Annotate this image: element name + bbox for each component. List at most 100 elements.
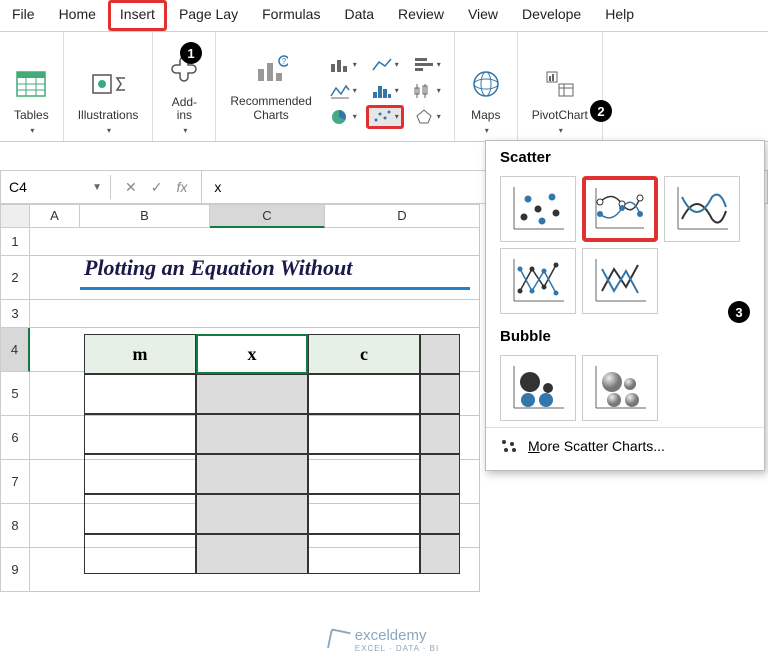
table-cell[interactable] xyxy=(420,494,460,534)
name-box[interactable]: C4 ▼ xyxy=(1,175,111,199)
tab-pagelayout[interactable]: Page Lay xyxy=(167,0,250,31)
table-cell[interactable] xyxy=(196,494,308,534)
tables-button[interactable]: Tables▾ xyxy=(8,63,55,139)
watermark-name: exceldemy xyxy=(355,627,427,644)
col-header-c[interactable]: C xyxy=(210,204,325,228)
line-chart-button[interactable]: ▾ xyxy=(366,53,404,77)
table-cell[interactable] xyxy=(420,374,460,414)
fx-icon[interactable]: fx xyxy=(176,179,187,195)
stock-chart-icon xyxy=(329,82,351,100)
table-cell[interactable] xyxy=(84,534,196,574)
row-header-4[interactable]: 4 xyxy=(0,328,30,372)
group-tables: Tables▾ xyxy=(0,32,64,141)
table-cell[interactable] xyxy=(308,414,420,454)
cancel-icon[interactable]: ✕ xyxy=(125,179,137,196)
tab-home[interactable]: Home xyxy=(47,0,108,31)
pie-chart-button[interactable]: ▾ xyxy=(324,105,362,129)
line-chart-icon xyxy=(371,56,393,74)
svg-text:?: ? xyxy=(282,57,287,66)
tab-review[interactable]: Review xyxy=(386,0,456,31)
sheet-title: Plotting an Equation Without xyxy=(80,249,470,290)
illustrations-button[interactable]: Illustrations▾ xyxy=(72,63,145,139)
col-header-d[interactable]: D xyxy=(325,204,480,228)
bubble-option[interactable] xyxy=(500,355,576,421)
histogram-button[interactable]: ▾ xyxy=(366,79,404,103)
radar-chart-icon xyxy=(413,108,435,126)
scatter-smooth-option[interactable] xyxy=(664,176,740,242)
watermark: exceldemy EXCEL · DATA · BI xyxy=(329,627,439,653)
ribbon-tabs: File Home Insert Page Lay Formulas Data … xyxy=(0,0,768,32)
table-cell[interactable] xyxy=(420,414,460,454)
row-header-2[interactable]: 2 xyxy=(0,256,30,300)
boxplot-button[interactable]: ▾ xyxy=(408,79,446,103)
tab-developer[interactable]: Develope xyxy=(510,0,593,31)
pivotchart-label: PivotChart xyxy=(532,109,588,122)
th-c[interactable]: c xyxy=(308,334,420,374)
scatter-smooth-markers-option[interactable] xyxy=(582,176,658,242)
table-cell[interactable] xyxy=(420,534,460,574)
table-cell[interactable] xyxy=(196,534,308,574)
table-cell[interactable] xyxy=(196,414,308,454)
more-scatter-charts[interactable]: MMore Scatter Charts...ore Scatter Chart… xyxy=(486,427,764,464)
column-chart-button[interactable]: ▾ xyxy=(324,53,362,77)
table-cell[interactable] xyxy=(84,414,196,454)
row-header-6[interactable]: 6 xyxy=(0,416,30,460)
chevron-down-icon: ▼ xyxy=(92,182,102,193)
scatter-straight-markers-option[interactable] xyxy=(500,248,576,314)
data-table: m x c xyxy=(84,334,460,574)
ribbon: Tables▾ Illustrations▾ Add- ins▾ ? Recom… xyxy=(0,32,768,142)
row-header-5[interactable]: 5 xyxy=(0,372,30,416)
table-cell[interactable] xyxy=(308,494,420,534)
table-cell[interactable] xyxy=(308,534,420,574)
th-extra[interactable] xyxy=(420,334,460,374)
tab-help[interactable]: Help xyxy=(593,0,646,31)
row-header-9[interactable]: 9 xyxy=(0,548,30,592)
table-cell[interactable] xyxy=(196,454,308,494)
table-cell[interactable] xyxy=(308,454,420,494)
bar-chart-button[interactable]: ▾ xyxy=(408,53,446,77)
row-header-1[interactable]: 1 xyxy=(0,228,30,256)
th-m[interactable]: m xyxy=(84,334,196,374)
table-cell[interactable] xyxy=(308,374,420,414)
th-x[interactable]: x xyxy=(196,334,308,374)
column-chart-icon xyxy=(329,56,351,74)
tab-formulas[interactable]: Formulas xyxy=(250,0,332,31)
tab-file[interactable]: File xyxy=(0,0,47,31)
row-header-8[interactable]: 8 xyxy=(0,504,30,548)
table-cell[interactable] xyxy=(84,494,196,534)
table-cell[interactable] xyxy=(420,454,460,494)
addins-button[interactable]: Add- ins▾ xyxy=(161,50,207,139)
select-all-corner[interactable] xyxy=(0,204,30,228)
recommended-charts-button[interactable]: ? Recommended Charts xyxy=(224,49,317,125)
row-header-3[interactable]: 3 xyxy=(0,300,30,328)
tab-insert[interactable]: Insert xyxy=(108,0,167,31)
name-box-value: C4 xyxy=(9,179,27,195)
callout-badge-3: 3 xyxy=(728,301,750,323)
histogram-icon xyxy=(371,82,393,100)
more-scatter-icon xyxy=(500,438,518,454)
stock-chart-button[interactable]: ▾ xyxy=(324,79,362,103)
group-illustrations: Illustrations▾ xyxy=(64,32,154,141)
col-header-b[interactable]: B xyxy=(80,204,210,228)
table-cell[interactable] xyxy=(196,374,308,414)
maps-button[interactable]: Maps▾ xyxy=(463,63,509,139)
tab-data[interactable]: Data xyxy=(332,0,386,31)
tab-view[interactable]: View xyxy=(456,0,510,31)
radar-chart-button[interactable]: ▾ xyxy=(408,105,446,129)
scatter-chart-button[interactable]: ▾ xyxy=(366,105,404,129)
watermark-tag: EXCEL · DATA · BI xyxy=(355,644,439,653)
globe-icon xyxy=(469,67,503,101)
row-header-7[interactable]: 7 xyxy=(0,460,30,504)
table-cell[interactable] xyxy=(84,374,196,414)
formula-buttons: ✕ ✓ fx xyxy=(111,171,202,203)
group-charts: ? Recommended Charts ▾ ▾ ▾ ▾ ▾ ▾ ▾ ▾ ▾ xyxy=(216,32,454,141)
bubble-3d-option[interactable] xyxy=(582,355,658,421)
pivotchart-button[interactable]: PivotChart▾ xyxy=(526,63,594,139)
scatter-straight-option[interactable] xyxy=(582,248,658,314)
col-header-a[interactable]: A xyxy=(30,204,80,228)
recommended-charts-icon: ? xyxy=(254,53,288,87)
table-icon xyxy=(14,67,48,101)
scatter-only-option[interactable] xyxy=(500,176,576,242)
table-cell[interactable] xyxy=(84,454,196,494)
accept-icon[interactable]: ✓ xyxy=(151,179,163,196)
